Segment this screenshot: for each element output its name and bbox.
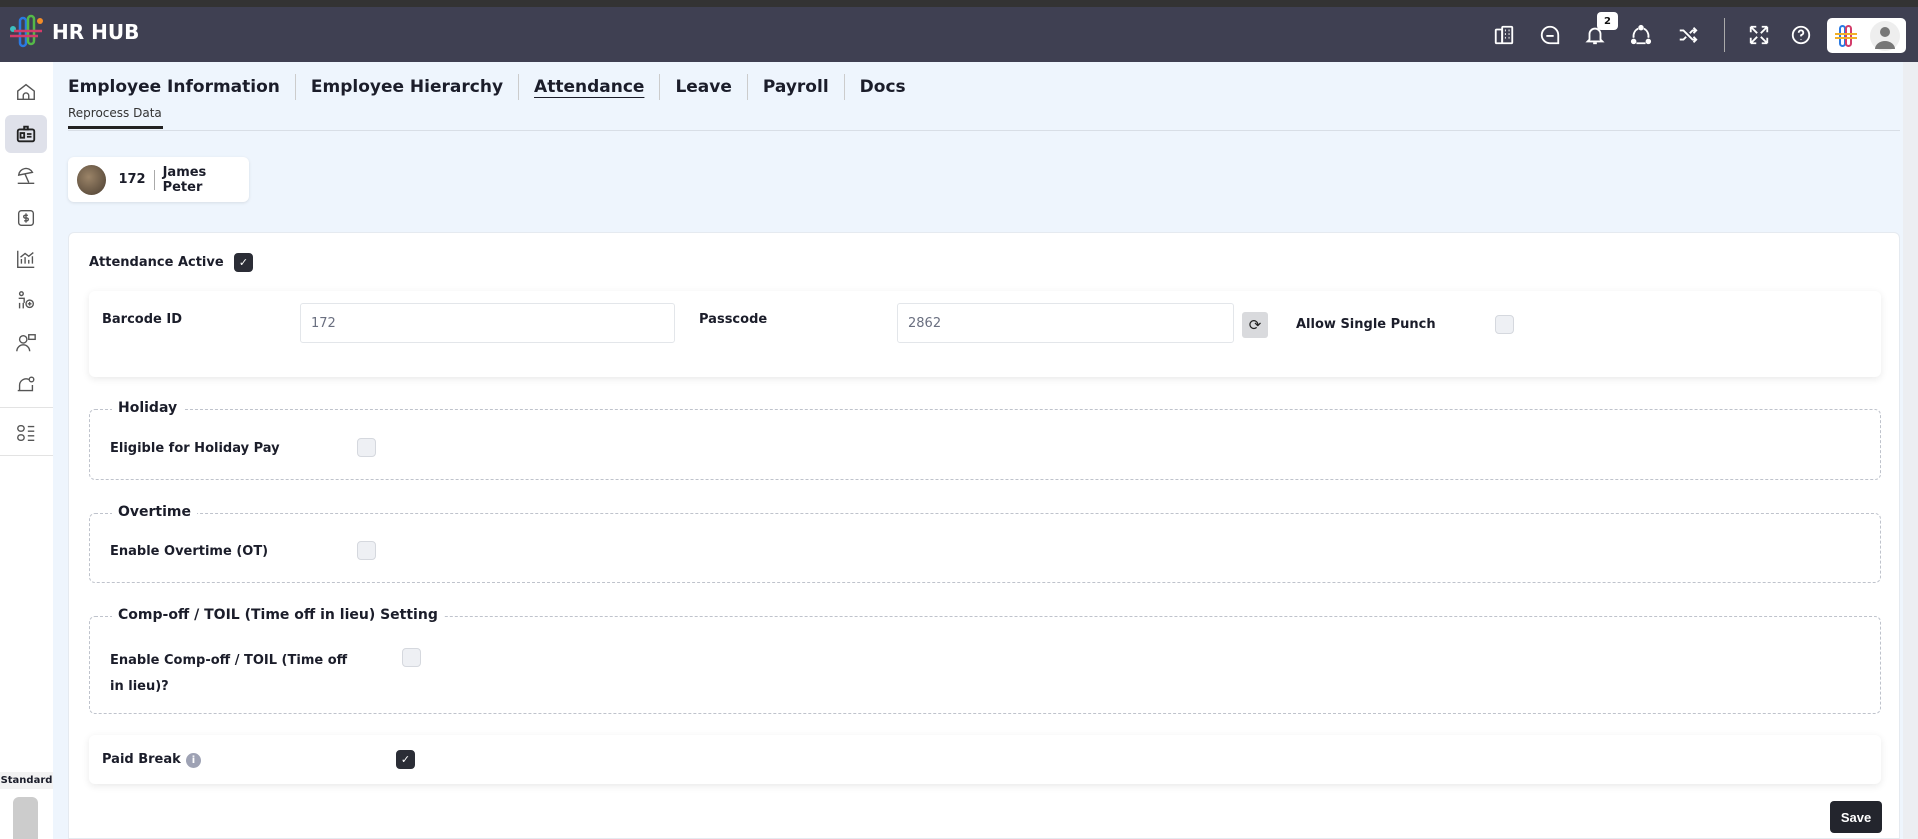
mode-toggle[interactable]	[13, 797, 38, 839]
employee-avatar	[77, 164, 107, 195]
company-logo-icon	[1834, 24, 1857, 47]
holiday-pay-checkbox[interactable]	[357, 438, 376, 457]
compoff-legend: Comp-off / TOIL (Time off in lieu) Setti…	[112, 607, 444, 623]
paid-break-card	[89, 735, 1881, 784]
chat-icon[interactable]	[1537, 22, 1563, 48]
tab-docs[interactable]: Docs	[843, 74, 921, 100]
attendance-active-label: Attendance Active	[89, 255, 224, 270]
hr-hub-logo-icon	[10, 14, 43, 48]
sidebar-payroll-icon[interactable]	[5, 199, 47, 237]
directory-icon[interactable]	[1491, 22, 1517, 48]
sidebar-feedback-icon[interactable]	[5, 324, 47, 362]
tab-payroll[interactable]: Payroll	[746, 74, 844, 100]
barcode-id-input[interactable]: 172	[300, 303, 675, 343]
window-top-strip	[0, 0, 1918, 7]
attendance-active-checkbox[interactable]: ✓	[234, 253, 253, 272]
refresh-passcode-icon[interactable]: ⟳	[1242, 312, 1268, 338]
tab-employee-information[interactable]: Employee Information	[68, 74, 295, 100]
allow-single-punch-checkbox[interactable]	[1495, 315, 1514, 334]
overtime-legend: Overtime	[112, 504, 198, 520]
mode-label: Standard	[0, 772, 53, 789]
sidebar-reports-icon[interactable]	[5, 240, 47, 278]
tab-bar: Employee Information Employee Hierarchy …	[68, 74, 921, 100]
compoff-checkbox[interactable]	[402, 648, 421, 667]
sidebar-apps-icon[interactable]	[5, 414, 47, 452]
holiday-pay-label: Eligible for Holiday Pay	[110, 441, 280, 456]
employee-card[interactable]: 172 James Peter	[68, 157, 249, 202]
tab-leave[interactable]: Leave	[659, 74, 746, 100]
user-avatar-icon	[1870, 20, 1901, 51]
sidebar-divider	[0, 455, 53, 456]
overtime-label: Enable Overtime (OT)	[110, 544, 269, 559]
scrollbar[interactable]	[1903, 62, 1918, 839]
app-logo[interactable]: HR HUB	[8, 14, 139, 50]
sidebar-holiday-icon[interactable]	[5, 157, 47, 195]
employee-name: James Peter	[162, 164, 207, 195]
barcode-id-label: Barcode ID	[102, 312, 183, 327]
paid-break-checkbox[interactable]: ✓	[396, 750, 415, 769]
allow-single-punch-label: Allow Single Punch	[1296, 317, 1436, 332]
holiday-legend: Holiday	[112, 400, 184, 416]
sidebar-onboarding-icon[interactable]	[5, 282, 47, 320]
help-icon[interactable]	[1788, 22, 1814, 48]
paid-break-label: Paid Break	[102, 752, 181, 767]
sidebar-employee-icon[interactable]	[5, 115, 47, 153]
employee-id: 172	[118, 172, 146, 187]
overtime-checkbox[interactable]	[357, 541, 376, 560]
sidebar-divider	[0, 407, 53, 408]
save-button[interactable]: Save	[1830, 801, 1882, 833]
separator	[153, 169, 155, 190]
fullscreen-icon[interactable]	[1746, 22, 1772, 48]
network-icon[interactable]	[1628, 22, 1654, 48]
info-icon[interactable]: i	[186, 753, 201, 768]
subtab-divider	[68, 130, 1900, 131]
passcode-input[interactable]: 2862	[897, 303, 1234, 343]
header-divider	[1724, 18, 1725, 52]
shuffle-icon[interactable]	[1675, 22, 1701, 48]
subtab-reprocess-data[interactable]: Reprocess Data	[68, 106, 163, 129]
sidebar-alerts-icon[interactable]	[5, 366, 47, 404]
sidebar-home-icon[interactable]	[5, 73, 47, 111]
passcode-label: Passcode	[699, 312, 768, 327]
compoff-label: Enable Comp-off / TOIL (Time off in lieu…	[110, 653, 348, 694]
notification-badge: 2	[1597, 12, 1618, 30]
profile-menu[interactable]	[1827, 18, 1906, 53]
tab-attendance[interactable]: Attendance	[518, 74, 659, 100]
app-title: HR HUB	[52, 20, 140, 44]
tab-employee-hierarchy[interactable]: Employee Hierarchy	[294, 74, 518, 100]
